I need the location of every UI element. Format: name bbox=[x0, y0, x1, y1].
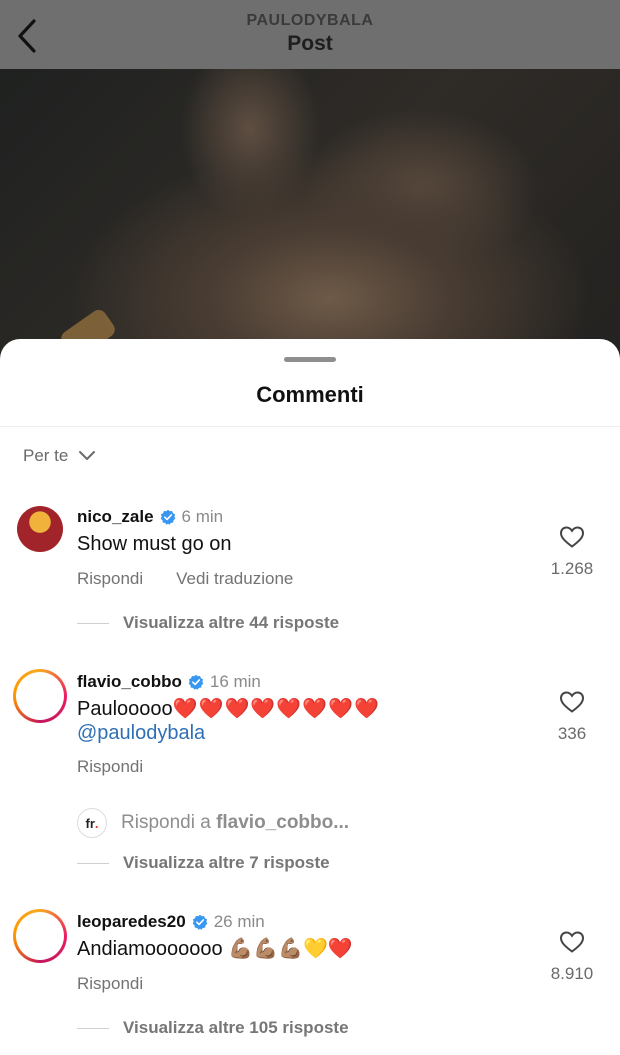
view-replies-button[interactable]: Visualizza altre 7 risposte bbox=[77, 853, 330, 873]
reply-button[interactable]: Rispondi bbox=[77, 757, 143, 777]
comment-text: Paulooooo❤️❤️❤️❤️❤️❤️❤️❤️ @paulodybala bbox=[77, 697, 380, 745]
post-owner-username: PAULODYBALA bbox=[246, 12, 374, 29]
reply-to-prefix: Rispondi a bbox=[121, 812, 211, 833]
like-control: 8.910 bbox=[542, 930, 602, 984]
view-replies-label: Visualizza altre 105 risposte bbox=[123, 1018, 349, 1037]
top-bar: PAULODYBALA Post bbox=[0, 0, 620, 69]
post-image bbox=[0, 69, 620, 369]
verified-badge-icon bbox=[192, 914, 207, 930]
comment-text: Andiamooooooo 💪🏽💪🏽💪🏽💛❤️ bbox=[77, 937, 353, 961]
sheet-drag-handle[interactable] bbox=[284, 357, 336, 362]
like-control: 336 bbox=[542, 690, 602, 744]
comment-text-body: Andiamooooooo bbox=[77, 938, 223, 960]
sort-dropdown[interactable]: Per te bbox=[23, 444, 96, 468]
reply-to-username: flavio_cobbo... bbox=[216, 812, 350, 833]
current-user-avatar: fr. bbox=[77, 808, 107, 838]
view-replies-label: Visualizza altre 7 risposte bbox=[123, 853, 330, 872]
sort-label: Per te bbox=[23, 446, 69, 465]
comments-sheet: Commenti Per te nico_zale 6 min Show mus… bbox=[0, 339, 620, 1055]
comment-username[interactable]: leoparedes20 bbox=[77, 912, 186, 932]
emoji-sequence: 💪🏽💪🏽💪🏽💛❤️ bbox=[228, 938, 353, 960]
reply-button[interactable]: Rispondi bbox=[77, 974, 143, 994]
divider bbox=[0, 426, 620, 427]
like-count: 8.910 bbox=[550, 964, 594, 983]
mention-link[interactable]: @paulodybala bbox=[77, 722, 205, 744]
comment-time: 26 min bbox=[213, 912, 265, 931]
heart-outline-icon[interactable] bbox=[559, 525, 585, 549]
reply-input-prompt[interactable]: fr. Rispondi a flavio_cobbo... bbox=[77, 808, 349, 838]
chevron-down-icon bbox=[79, 451, 96, 460]
sheet-title: Commenti bbox=[256, 382, 364, 407]
avatar[interactable] bbox=[13, 669, 67, 723]
comment-time: 16 min bbox=[209, 672, 261, 691]
view-replies-label: Visualizza altre 44 risposte bbox=[123, 613, 340, 632]
view-replies-button[interactable]: Visualizza altre 105 risposte bbox=[77, 1018, 349, 1038]
like-count: 336 bbox=[557, 724, 587, 743]
reply-button[interactable]: Rispondi bbox=[77, 569, 143, 589]
view-replies-button[interactable]: Visualizza altre 44 risposte bbox=[77, 613, 339, 633]
avatar[interactable] bbox=[17, 506, 63, 552]
see-translation-button[interactable]: Vedi traduzione bbox=[176, 569, 293, 589]
like-control: 1.268 bbox=[542, 525, 602, 579]
comment-text-body: Paulooooo bbox=[77, 698, 173, 720]
comment-username[interactable]: flavio_cobbo bbox=[77, 672, 182, 692]
verified-badge-icon bbox=[188, 674, 204, 690]
heart-outline-icon[interactable] bbox=[559, 930, 585, 954]
avatar[interactable] bbox=[13, 909, 67, 963]
comment-username[interactable]: nico_zale bbox=[77, 507, 154, 527]
comment-time: 6 min bbox=[181, 507, 224, 526]
like-count: 1.268 bbox=[550, 559, 594, 578]
verified-badge-icon bbox=[160, 509, 175, 525]
page-title: Post bbox=[287, 32, 333, 55]
heart-outline-icon[interactable] bbox=[559, 690, 585, 714]
heart-emojis: ❤️❤️❤️❤️❤️❤️❤️❤️ bbox=[172, 698, 380, 720]
comment-text: Show must go on bbox=[77, 533, 232, 555]
